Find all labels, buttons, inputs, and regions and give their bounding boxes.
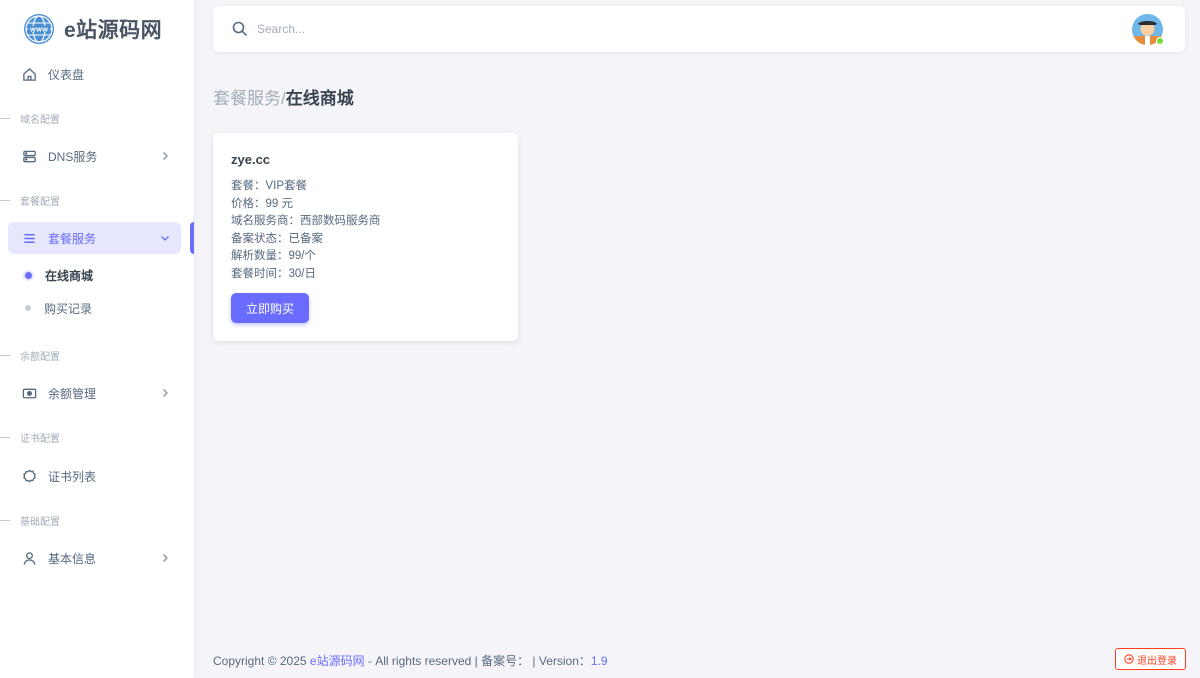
home-icon	[21, 66, 37, 82]
sidebar-item-balance[interactable]: 余额管理	[8, 377, 181, 409]
logout-button[interactable]: 退出登录	[1115, 648, 1186, 670]
money-icon	[21, 385, 37, 401]
detail-duration: 套餐时间：30/日	[231, 267, 316, 280]
chevron-right-icon	[163, 389, 168, 397]
section-header-basic: 基础配置	[0, 513, 194, 528]
sidebar: WWW e站源码网 仪表盘 域名配置 DNS服务 套餐配置 套餐服务 在线商城 …	[0, 0, 194, 678]
sidebar-item-dns[interactable]: DNS服务	[8, 140, 181, 172]
online-status-dot	[1156, 37, 1164, 45]
detail-package: 套餐：VIP套餐	[231, 180, 308, 192]
server-icon	[21, 148, 37, 164]
sidebar-item-label: 基本信息	[48, 551, 97, 566]
sidebar-item-cert-list[interactable]: 证书列表	[8, 460, 181, 492]
bullet-dot-icon	[25, 305, 31, 311]
section-header-certs: 证书配置	[0, 430, 194, 445]
logout-icon	[1124, 654, 1134, 664]
svg-text:WWW: WWW	[30, 27, 48, 33]
sidebar-item-label: 余额管理	[48, 386, 97, 401]
sidebar-item-package-service[interactable]: 套餐服务	[8, 222, 181, 254]
search-icon	[232, 21, 248, 37]
brand[interactable]: WWW e站源码网	[23, 13, 162, 45]
section-header-package: 套餐配置	[0, 193, 194, 208]
chevron-right-icon	[163, 152, 168, 160]
footer-version: 1.9	[590, 654, 608, 668]
card-details: 套餐：VIP套餐 价格：99 元 域名服务商：西部数码服务商 备案状态：已备案 …	[231, 178, 381, 283]
section-header-balance: 余额配置	[0, 348, 194, 363]
detail-resolve-count: 解析数量：99/个	[231, 250, 316, 262]
sidebar-subitem-online-store[interactable]: 在线商城	[22, 266, 93, 284]
sidebar-item-basic-info[interactable]: 基本信息	[8, 542, 181, 574]
menu-lines-icon	[21, 230, 37, 246]
card-title: zye.cc	[231, 152, 271, 167]
globe-logo-icon: WWW	[24, 14, 54, 44]
sidebar-item-label: 仪表盘	[48, 67, 85, 82]
detail-filing-status: 备案状态：已备案	[231, 232, 323, 245]
sidebar-item-label: DNS服务	[48, 149, 98, 164]
footer: Copyright © 2025 e站源码网 - All rights rese…	[213, 654, 608, 668]
sidebar-subitem-purchase-records[interactable]: 购买记录	[22, 299, 92, 317]
certificate-badge-icon	[21, 468, 37, 484]
section-header-domain: 域名配置	[0, 111, 194, 126]
bullet-dot-icon	[25, 271, 32, 279]
footer-site-link[interactable]: e站源码网	[310, 654, 365, 668]
detail-provider: 域名服务商：西部数码服务商	[231, 215, 381, 227]
search-input[interactable]	[257, 18, 657, 40]
breadcrumb: 套餐服务/在线商城	[213, 84, 354, 109]
chevron-down-icon	[161, 236, 169, 241]
user-icon	[21, 550, 37, 566]
detail-price: 价格：99 元	[231, 197, 293, 210]
package-card: zye.cc 套餐：VIP套餐 价格：99 元 域名服务商：西部数码服务商 备案…	[213, 133, 518, 341]
top-navbar	[213, 6, 1185, 52]
brand-name: e站源码网	[64, 19, 163, 42]
active-indicator	[190, 222, 194, 254]
breadcrumb-parent[interactable]: 套餐服务/	[213, 89, 286, 108]
buy-now-button[interactable]: 立即购买	[231, 293, 309, 323]
sidebar-item-label: 套餐服务	[48, 231, 97, 246]
page-title: 在线商城	[285, 89, 354, 108]
chevron-right-icon	[163, 554, 168, 562]
sidebar-item-label: 证书列表	[48, 469, 97, 484]
sidebar-item-dashboard[interactable]: 仪表盘	[8, 58, 181, 90]
avatar[interactable]	[1132, 14, 1164, 45]
